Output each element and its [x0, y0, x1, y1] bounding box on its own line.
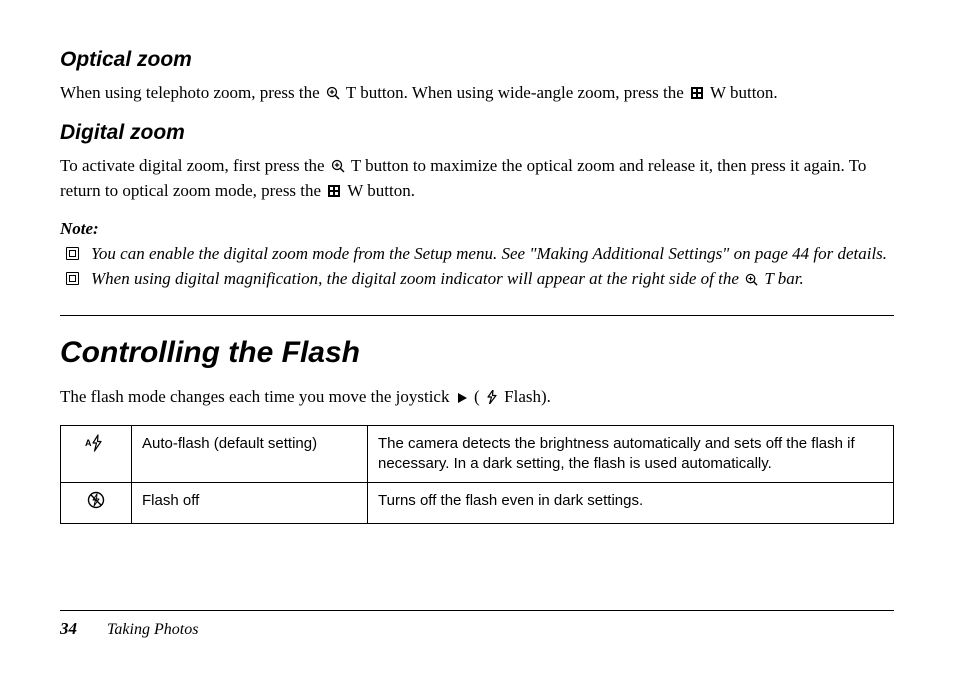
- text: T bar.: [764, 269, 803, 288]
- footer-section-title: Taking Photos: [107, 621, 198, 638]
- heading-controlling-flash: Controlling the Flash: [60, 336, 894, 370]
- flash-mode-desc: Turns off the flash even in dark setting…: [368, 483, 894, 524]
- note-text: You can enable the digital zoom mode fro…: [91, 243, 887, 266]
- flash-mode-icon-cell: A: [61, 425, 132, 483]
- text: When using telephoto zoom, press the: [60, 83, 324, 102]
- text: To activate digital zoom, first press th…: [60, 156, 329, 175]
- zoom-in-icon: [745, 270, 758, 293]
- zoom-in-icon: [331, 157, 345, 180]
- text: Flash).: [504, 387, 551, 406]
- flash-mode-name: Auto-flash (default setting): [132, 425, 368, 483]
- text: (: [474, 387, 480, 406]
- paragraph-digital-zoom: To activate digital zoom, first press th…: [60, 155, 894, 205]
- heading-optical-zoom: Optical zoom: [60, 48, 894, 72]
- flash-mode-desc: The camera detects the brightness automa…: [368, 425, 894, 483]
- page-number: 34: [60, 619, 77, 638]
- zoom-grid-icon: [327, 182, 341, 205]
- note-label: Note:: [60, 219, 894, 239]
- note-text: When using digital magnification, the di…: [91, 268, 804, 293]
- heading-digital-zoom: Digital zoom: [60, 121, 894, 145]
- table-row: Flash off Turns off the flash even in da…: [61, 483, 894, 524]
- svg-text:A: A: [85, 438, 92, 448]
- section-rule: [60, 315, 894, 316]
- text: W button.: [347, 181, 415, 200]
- bullet-icon: [66, 247, 79, 260]
- flash-modes-table: A Auto-flash (default setting) The camer…: [60, 425, 894, 525]
- manual-page: Optical zoom When using telephoto zoom, …: [0, 0, 954, 681]
- paragraph-flash-intro: The flash mode changes each time you mov…: [60, 386, 894, 411]
- auto-flash-icon: A: [85, 434, 107, 458]
- table-row: A Auto-flash (default setting) The camer…: [61, 425, 894, 483]
- paragraph-optical-zoom: When using telephoto zoom, press the T b…: [60, 82, 894, 107]
- text: The flash mode changes each time you mov…: [60, 387, 454, 406]
- note-item: You can enable the digital zoom mode fro…: [60, 243, 894, 266]
- flash-icon: [486, 388, 498, 411]
- text: T button. When using wide-angle zoom, pr…: [346, 83, 688, 102]
- flash-mode-name: Flash off: [132, 483, 368, 524]
- page-footer: 34 Taking Photos: [60, 610, 894, 639]
- flash-mode-icon-cell: [61, 483, 132, 524]
- text: When using digital magnification, the di…: [91, 269, 743, 288]
- flash-off-icon: [87, 491, 105, 515]
- note-item: When using digital magnification, the di…: [60, 268, 894, 293]
- zoom-grid-icon: [690, 84, 704, 107]
- bullet-icon: [66, 272, 79, 285]
- play-right-icon: [456, 388, 468, 411]
- text: W button.: [710, 83, 778, 102]
- zoom-in-icon: [326, 84, 340, 107]
